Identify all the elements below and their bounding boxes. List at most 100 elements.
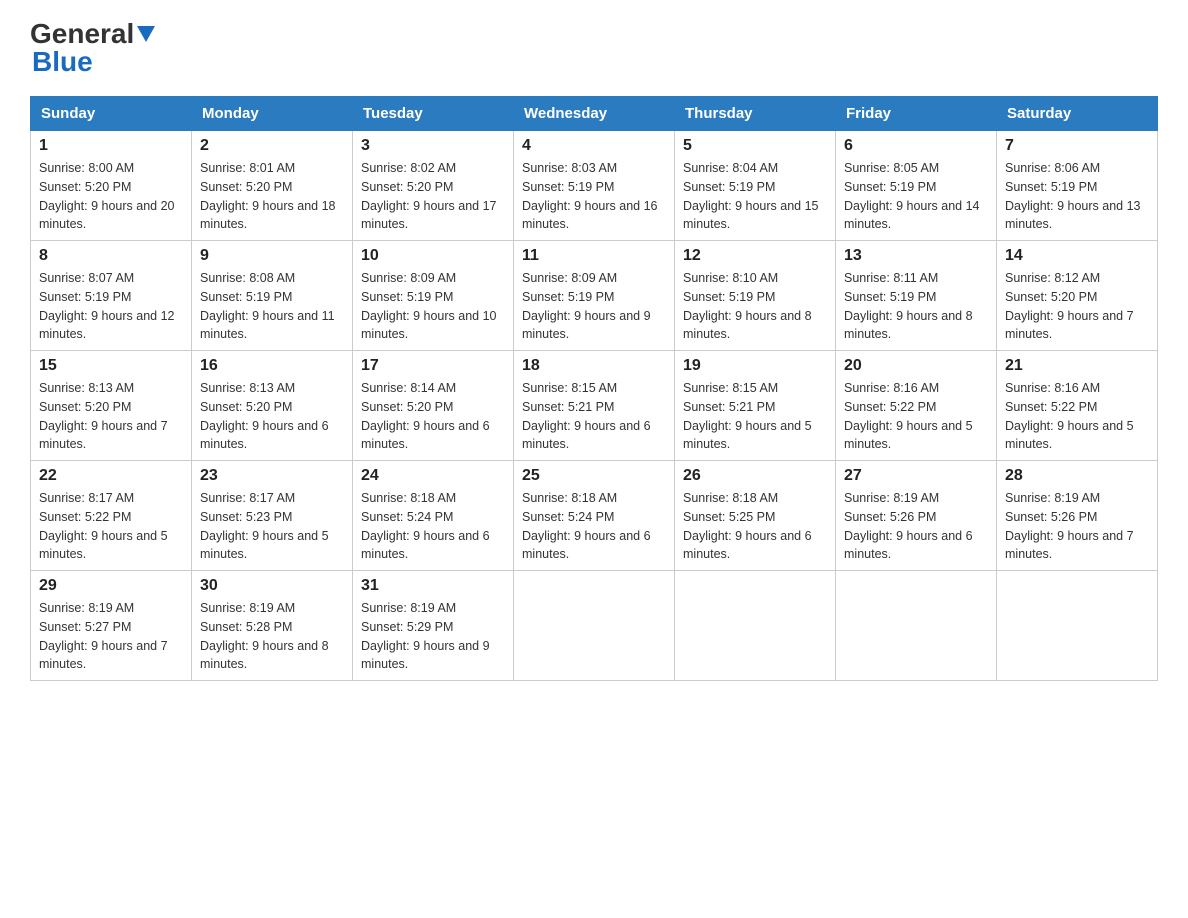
day-number: 16	[200, 357, 344, 375]
column-header-thursday: Thursday	[675, 97, 836, 131]
day-info: Sunrise: 8:06 AM Sunset: 5:19 PM Dayligh…	[1005, 159, 1149, 234]
calendar-cell: 7 Sunrise: 8:06 AM Sunset: 5:19 PM Dayli…	[997, 131, 1158, 241]
day-info: Sunrise: 8:18 AM Sunset: 5:24 PM Dayligh…	[361, 489, 505, 564]
day-number: 14	[1005, 247, 1149, 265]
calendar-cell: 21 Sunrise: 8:16 AM Sunset: 5:22 PM Dayl…	[997, 351, 1158, 461]
calendar-cell: 8 Sunrise: 8:07 AM Sunset: 5:19 PM Dayli…	[31, 241, 192, 351]
day-number: 2	[200, 137, 344, 155]
calendar-cell	[514, 571, 675, 681]
calendar-cell: 18 Sunrise: 8:15 AM Sunset: 5:21 PM Dayl…	[514, 351, 675, 461]
calendar-cell: 17 Sunrise: 8:14 AM Sunset: 5:20 PM Dayl…	[353, 351, 514, 461]
day-number: 26	[683, 467, 827, 485]
day-info: Sunrise: 8:02 AM Sunset: 5:20 PM Dayligh…	[361, 159, 505, 234]
day-number: 13	[844, 247, 988, 265]
column-header-wednesday: Wednesday	[514, 97, 675, 131]
day-number: 15	[39, 357, 183, 375]
day-info: Sunrise: 8:05 AM Sunset: 5:19 PM Dayligh…	[844, 159, 988, 234]
day-info: Sunrise: 8:16 AM Sunset: 5:22 PM Dayligh…	[1005, 379, 1149, 454]
day-number: 17	[361, 357, 505, 375]
calendar-cell: 16 Sunrise: 8:13 AM Sunset: 5:20 PM Dayl…	[192, 351, 353, 461]
calendar-cell: 1 Sunrise: 8:00 AM Sunset: 5:20 PM Dayli…	[31, 131, 192, 241]
day-info: Sunrise: 8:19 AM Sunset: 5:26 PM Dayligh…	[844, 489, 988, 564]
day-number: 5	[683, 137, 827, 155]
calendar-cell: 9 Sunrise: 8:08 AM Sunset: 5:19 PM Dayli…	[192, 241, 353, 351]
calendar-cell: 5 Sunrise: 8:04 AM Sunset: 5:19 PM Dayli…	[675, 131, 836, 241]
day-number: 22	[39, 467, 183, 485]
calendar-cell: 26 Sunrise: 8:18 AM Sunset: 5:25 PM Dayl…	[675, 461, 836, 571]
day-info: Sunrise: 8:01 AM Sunset: 5:20 PM Dayligh…	[200, 159, 344, 234]
day-number: 24	[361, 467, 505, 485]
calendar-cell: 25 Sunrise: 8:18 AM Sunset: 5:24 PM Dayl…	[514, 461, 675, 571]
calendar-cell	[675, 571, 836, 681]
column-header-monday: Monday	[192, 97, 353, 131]
day-number: 12	[683, 247, 827, 265]
page-header: General Blue	[30, 20, 1158, 76]
day-info: Sunrise: 8:08 AM Sunset: 5:19 PM Dayligh…	[200, 269, 344, 344]
day-number: 23	[200, 467, 344, 485]
day-info: Sunrise: 8:10 AM Sunset: 5:19 PM Dayligh…	[683, 269, 827, 344]
day-info: Sunrise: 8:17 AM Sunset: 5:22 PM Dayligh…	[39, 489, 183, 564]
day-info: Sunrise: 8:11 AM Sunset: 5:19 PM Dayligh…	[844, 269, 988, 344]
day-info: Sunrise: 8:19 AM Sunset: 5:28 PM Dayligh…	[200, 599, 344, 674]
day-info: Sunrise: 8:19 AM Sunset: 5:29 PM Dayligh…	[361, 599, 505, 674]
day-number: 27	[844, 467, 988, 485]
calendar-cell: 10 Sunrise: 8:09 AM Sunset: 5:19 PM Dayl…	[353, 241, 514, 351]
logo-arrow-icon	[137, 26, 155, 46]
day-info: Sunrise: 8:09 AM Sunset: 5:19 PM Dayligh…	[522, 269, 666, 344]
calendar-cell: 6 Sunrise: 8:05 AM Sunset: 5:19 PM Dayli…	[836, 131, 997, 241]
column-header-friday: Friday	[836, 97, 997, 131]
day-info: Sunrise: 8:19 AM Sunset: 5:27 PM Dayligh…	[39, 599, 183, 674]
day-info: Sunrise: 8:09 AM Sunset: 5:19 PM Dayligh…	[361, 269, 505, 344]
calendar-cell: 15 Sunrise: 8:13 AM Sunset: 5:20 PM Dayl…	[31, 351, 192, 461]
calendar-week-row: 29 Sunrise: 8:19 AM Sunset: 5:27 PM Dayl…	[31, 571, 1158, 681]
logo-text-blue: Blue	[32, 48, 155, 76]
day-number: 20	[844, 357, 988, 375]
day-info: Sunrise: 8:15 AM Sunset: 5:21 PM Dayligh…	[683, 379, 827, 454]
calendar-cell: 20 Sunrise: 8:16 AM Sunset: 5:22 PM Dayl…	[836, 351, 997, 461]
calendar-cell: 2 Sunrise: 8:01 AM Sunset: 5:20 PM Dayli…	[192, 131, 353, 241]
calendar-cell: 4 Sunrise: 8:03 AM Sunset: 5:19 PM Dayli…	[514, 131, 675, 241]
calendar-week-row: 22 Sunrise: 8:17 AM Sunset: 5:22 PM Dayl…	[31, 461, 1158, 571]
calendar-table: SundayMondayTuesdayWednesdayThursdayFrid…	[30, 96, 1158, 681]
day-number: 21	[1005, 357, 1149, 375]
day-number: 9	[200, 247, 344, 265]
calendar-cell: 13 Sunrise: 8:11 AM Sunset: 5:19 PM Dayl…	[836, 241, 997, 351]
calendar-cell: 12 Sunrise: 8:10 AM Sunset: 5:19 PM Dayl…	[675, 241, 836, 351]
day-info: Sunrise: 8:18 AM Sunset: 5:24 PM Dayligh…	[522, 489, 666, 564]
column-header-sunday: Sunday	[31, 97, 192, 131]
day-number: 29	[39, 577, 183, 595]
day-number: 25	[522, 467, 666, 485]
day-info: Sunrise: 8:07 AM Sunset: 5:19 PM Dayligh…	[39, 269, 183, 344]
calendar-cell: 27 Sunrise: 8:19 AM Sunset: 5:26 PM Dayl…	[836, 461, 997, 571]
day-number: 31	[361, 577, 505, 595]
day-number: 6	[844, 137, 988, 155]
day-number: 8	[39, 247, 183, 265]
calendar-cell: 31 Sunrise: 8:19 AM Sunset: 5:29 PM Dayl…	[353, 571, 514, 681]
calendar-cell: 11 Sunrise: 8:09 AM Sunset: 5:19 PM Dayl…	[514, 241, 675, 351]
day-number: 4	[522, 137, 666, 155]
day-info: Sunrise: 8:19 AM Sunset: 5:26 PM Dayligh…	[1005, 489, 1149, 564]
day-info: Sunrise: 8:13 AM Sunset: 5:20 PM Dayligh…	[200, 379, 344, 454]
calendar-cell: 28 Sunrise: 8:19 AM Sunset: 5:26 PM Dayl…	[997, 461, 1158, 571]
day-number: 28	[1005, 467, 1149, 485]
logo-text-general: General	[30, 20, 134, 48]
day-number: 1	[39, 137, 183, 155]
day-info: Sunrise: 8:04 AM Sunset: 5:19 PM Dayligh…	[683, 159, 827, 234]
day-info: Sunrise: 8:14 AM Sunset: 5:20 PM Dayligh…	[361, 379, 505, 454]
calendar-cell	[836, 571, 997, 681]
calendar-week-row: 1 Sunrise: 8:00 AM Sunset: 5:20 PM Dayli…	[31, 131, 1158, 241]
calendar-cell: 23 Sunrise: 8:17 AM Sunset: 5:23 PM Dayl…	[192, 461, 353, 571]
day-info: Sunrise: 8:12 AM Sunset: 5:20 PM Dayligh…	[1005, 269, 1149, 344]
calendar-cell	[997, 571, 1158, 681]
calendar-cell: 19 Sunrise: 8:15 AM Sunset: 5:21 PM Dayl…	[675, 351, 836, 461]
day-info: Sunrise: 8:03 AM Sunset: 5:19 PM Dayligh…	[522, 159, 666, 234]
day-info: Sunrise: 8:18 AM Sunset: 5:25 PM Dayligh…	[683, 489, 827, 564]
day-number: 10	[361, 247, 505, 265]
day-number: 11	[522, 247, 666, 265]
logo: General Blue	[30, 20, 155, 76]
calendar-cell: 22 Sunrise: 8:17 AM Sunset: 5:22 PM Dayl…	[31, 461, 192, 571]
day-info: Sunrise: 8:13 AM Sunset: 5:20 PM Dayligh…	[39, 379, 183, 454]
calendar-cell: 29 Sunrise: 8:19 AM Sunset: 5:27 PM Dayl…	[31, 571, 192, 681]
calendar-week-row: 8 Sunrise: 8:07 AM Sunset: 5:19 PM Dayli…	[31, 241, 1158, 351]
calendar-cell: 24 Sunrise: 8:18 AM Sunset: 5:24 PM Dayl…	[353, 461, 514, 571]
